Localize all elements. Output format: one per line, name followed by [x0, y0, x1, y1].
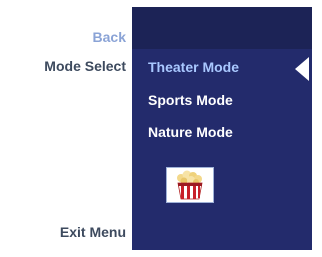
popcorn-icon [166, 167, 214, 203]
exit-menu-button[interactable]: Exit Menu [60, 224, 126, 240]
mode-options-panel: Theater Mode Sports Mode Nature Mode [132, 7, 312, 250]
osd-menu: Back Mode Select Exit Menu Theater Mode … [11, 7, 312, 250]
panel-header-band [132, 7, 312, 49]
mode-select-label: Mode Select [44, 58, 126, 74]
option-nature-mode[interactable]: Nature Mode [148, 124, 233, 140]
menu-left-pane: Back Mode Select Exit Menu [11, 7, 132, 250]
back-button[interactable]: Back [93, 29, 126, 45]
option-theater-mode[interactable]: Theater Mode [148, 59, 239, 75]
selection-pointer-icon [295, 57, 309, 81]
option-sports-mode[interactable]: Sports Mode [148, 92, 233, 108]
